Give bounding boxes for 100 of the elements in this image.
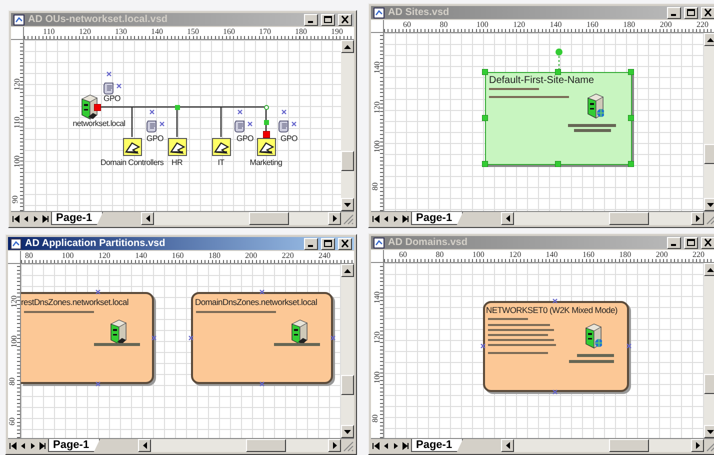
first-page-button[interactable] xyxy=(371,212,381,225)
scroll-down-button[interactable] xyxy=(341,198,354,211)
close-icon xyxy=(340,239,350,248)
scroll-up-button[interactable] xyxy=(704,263,714,276)
scroll-thumb[interactable] xyxy=(341,375,354,395)
previous-page-icon xyxy=(22,214,30,222)
last-page-icon xyxy=(42,214,50,222)
scroll-left-button[interactable] xyxy=(141,212,154,225)
scroll-left-button[interactable] xyxy=(138,439,151,452)
ruler-label: 140 xyxy=(372,62,382,74)
first-page-icon xyxy=(372,442,380,450)
last-page-button[interactable] xyxy=(401,439,411,452)
selection-handle-icon xyxy=(555,161,561,167)
folder-icon xyxy=(123,138,142,156)
ruler-label: 160 xyxy=(586,20,600,31)
last-page-button[interactable] xyxy=(38,439,48,452)
shape-label: Marketing xyxy=(250,158,282,167)
page-tab[interactable]: Page-1 xyxy=(48,439,100,452)
ruler-label: 90 xyxy=(11,196,20,204)
scroll-right-button[interactable] xyxy=(328,212,341,225)
up-arrow-icon xyxy=(707,268,714,272)
scroll-up-button[interactable] xyxy=(341,264,354,277)
maximize-button[interactable] xyxy=(684,6,698,18)
close-button[interactable] xyxy=(701,236,714,248)
up-arrow-icon xyxy=(707,38,714,42)
connection-point-icon xyxy=(259,289,265,295)
scroll-thumb[interactable] xyxy=(249,212,289,225)
scroll-up-button[interactable] xyxy=(341,40,354,53)
maximize-icon xyxy=(323,239,333,248)
connection-point-icon xyxy=(149,109,155,115)
scroll-icon xyxy=(278,120,290,133)
minimize-button[interactable] xyxy=(667,6,681,18)
scroll-left-button[interactable] xyxy=(501,439,514,452)
ruler-label: 80 xyxy=(371,414,380,422)
first-page-button[interactable] xyxy=(371,439,381,452)
scroll-thumb[interactable] xyxy=(609,439,649,452)
minimize-button[interactable] xyxy=(667,236,681,248)
connection-point-icon xyxy=(330,335,336,341)
connection-point-icon xyxy=(552,389,558,395)
partition-name: DomainDnsZones.networkset.local xyxy=(195,297,318,307)
last-page-button[interactable] xyxy=(41,212,51,225)
selection-handle-icon xyxy=(628,161,634,167)
ruler-label: 80 xyxy=(25,251,34,262)
ruler-label: 220 xyxy=(696,20,710,31)
page-tab[interactable]: Page-1 xyxy=(411,439,464,452)
scroll-down-button[interactable] xyxy=(704,425,714,438)
shelf-drawing xyxy=(577,354,614,357)
scroll-icon xyxy=(146,120,158,133)
scroll-down-button[interactable] xyxy=(704,198,714,211)
minimize-button[interactable] xyxy=(304,238,318,250)
ruler-label: 120 xyxy=(372,331,382,344)
site-shape[interactable]: Default-First-Site-Name xyxy=(485,72,632,165)
scroll-icon xyxy=(234,120,246,133)
ruler-label: 110 xyxy=(12,116,22,129)
maximize-button[interactable] xyxy=(321,238,335,250)
ruler-label: 220 xyxy=(282,251,295,262)
connection-point-icon xyxy=(116,83,122,89)
first-page-icon xyxy=(12,214,20,222)
last-page-button[interactable] xyxy=(401,212,411,225)
ruler-label: 120 xyxy=(98,251,112,262)
scroll-thumb[interactable] xyxy=(609,212,649,225)
connection-point-icon xyxy=(552,298,558,304)
scroll-right-button[interactable] xyxy=(328,439,341,452)
scroll-thumb[interactable] xyxy=(341,151,354,171)
first-page-button[interactable] xyxy=(11,212,21,225)
down-arrow-icon xyxy=(344,430,351,434)
close-icon xyxy=(703,8,713,17)
maximize-button[interactable] xyxy=(684,236,698,248)
first-page-button[interactable] xyxy=(8,439,18,452)
scroll-right-button[interactable] xyxy=(691,212,704,225)
scroll-thumb[interactable] xyxy=(704,144,714,164)
ruler-label: 180 xyxy=(619,250,632,261)
scroll-down-button[interactable] xyxy=(341,425,354,438)
maximize-icon xyxy=(686,238,696,247)
minimize-button[interactable] xyxy=(304,14,318,26)
selection-handle-icon xyxy=(628,69,634,75)
connection-handle-icon xyxy=(264,120,269,125)
scroll-up-button[interactable] xyxy=(704,33,714,46)
close-button[interactable] xyxy=(338,14,352,26)
close-button[interactable] xyxy=(701,6,714,18)
shape-label: GPO xyxy=(104,94,120,103)
first-page-icon xyxy=(9,442,17,450)
shape-label: networkset.local xyxy=(72,119,126,128)
scroll-thumb[interactable] xyxy=(704,374,714,394)
down-arrow-icon xyxy=(707,430,714,434)
page-tab[interactable]: Page-1 xyxy=(51,212,104,225)
connection-point-icon xyxy=(626,343,632,349)
scroll-thumb[interactable] xyxy=(246,439,286,452)
shape-label: HR xyxy=(172,158,182,167)
window-title: AD OUs-networkset.local.vsd xyxy=(28,14,168,25)
page-tab[interactable]: Page-1 xyxy=(411,212,464,225)
ruler-label: 80 xyxy=(371,182,380,191)
scroll-right-button[interactable] xyxy=(691,439,704,452)
site-name: Default-First-Site-Name xyxy=(489,75,594,86)
close-button[interactable] xyxy=(338,238,352,250)
selection-handle-icon xyxy=(482,161,488,167)
scroll-icon xyxy=(103,82,115,95)
maximize-button[interactable] xyxy=(321,14,335,26)
connection-point-icon xyxy=(94,289,100,295)
scroll-left-button[interactable] xyxy=(501,212,514,225)
